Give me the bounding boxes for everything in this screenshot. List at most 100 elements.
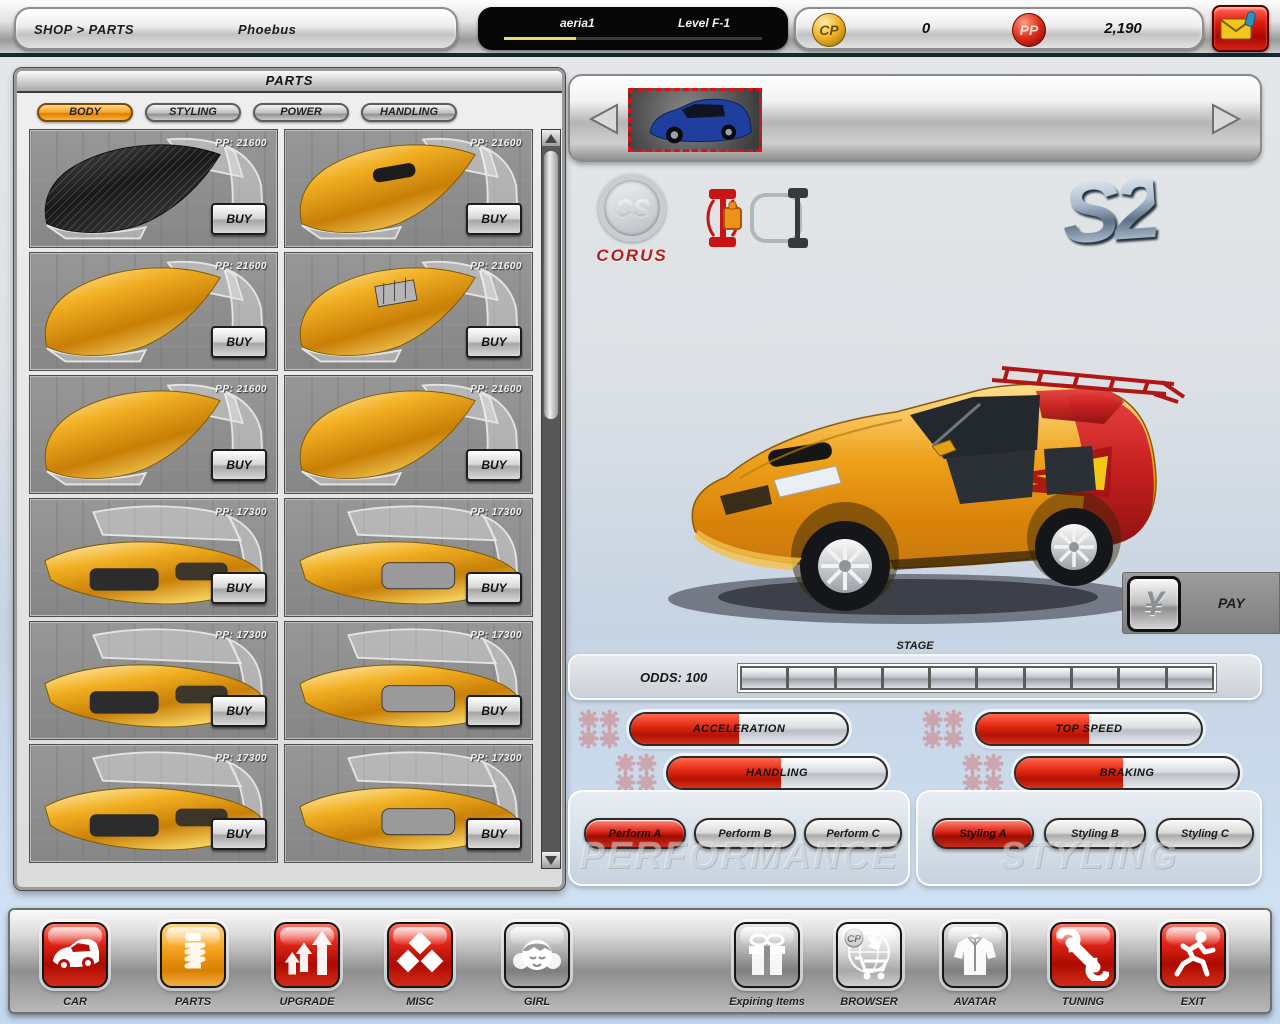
perform-b-button[interactable]: Perform B: [694, 818, 796, 849]
bottom-toolbar: CAR PARTS UPGRADE MISC: [8, 908, 1272, 1014]
running-man-icon: [1169, 930, 1217, 980]
buy-button[interactable]: BUY: [211, 449, 267, 481]
stage-segment: [1120, 668, 1164, 688]
tab-body[interactable]: BODY: [37, 103, 133, 122]
pp-balance: 2,190: [1058, 20, 1188, 37]
buy-button[interactable]: BUY: [466, 572, 522, 604]
avatar-button[interactable]: [942, 922, 1008, 988]
part-price: PP: 17300: [215, 630, 267, 641]
tab-handling[interactable]: HANDLING: [361, 103, 457, 122]
tuning-button[interactable]: [1050, 922, 1116, 988]
parts-button-label: PARTS: [133, 996, 253, 1008]
perform-c-button[interactable]: Perform C: [804, 818, 902, 849]
buy-button[interactable]: BUY: [466, 449, 522, 481]
stage-segment: [884, 668, 928, 688]
player-level: Level F-1: [678, 16, 730, 30]
upgrade-button[interactable]: [274, 922, 340, 988]
tab-power[interactable]: POWER: [253, 103, 349, 122]
styling-a-button[interactable]: Styling A: [932, 818, 1034, 849]
tab-styling[interactable]: STYLING: [145, 103, 241, 122]
buy-button[interactable]: BUY: [211, 203, 267, 235]
yen-icon: ¥: [1145, 585, 1164, 623]
yen-pay-button[interactable]: ¥: [1127, 576, 1181, 632]
buy-button[interactable]: BUY: [211, 695, 267, 727]
scroll-up-icon[interactable]: [542, 130, 560, 146]
wrench-icon: [1057, 929, 1109, 981]
stat-bar-top-speed: TOP SPEED: [975, 712, 1203, 746]
part-item: PP: 17300BUY: [284, 621, 533, 740]
part-item: PP: 21600 BUY: [284, 375, 533, 494]
shop-name: Phoebus: [238, 22, 296, 37]
part-price: PP: 21600: [215, 384, 267, 395]
stage-panel: ODDS: 100: [568, 654, 1262, 700]
part-price: PP: 21600: [470, 138, 522, 149]
upgrade-arrows-icon: [281, 931, 333, 979]
girl-button[interactable]: [504, 922, 570, 988]
car-carousel: [568, 74, 1262, 162]
buy-button[interactable]: BUY: [466, 203, 522, 235]
car-button[interactable]: [42, 922, 108, 988]
gift-box-icon: [742, 931, 792, 979]
part-item: PP: 17300 BUY: [29, 621, 278, 740]
car-icon: [49, 935, 101, 975]
part-price: PP: 17300: [470, 507, 522, 518]
browser-button[interactable]: CP: [836, 922, 902, 988]
buy-button[interactable]: BUY: [466, 695, 522, 727]
parts-button[interactable]: [160, 922, 226, 988]
odds-label: ODDS: 100: [640, 670, 707, 685]
stat-bar-handling: HANDLING: [666, 756, 888, 790]
buy-button[interactable]: BUY: [211, 326, 267, 358]
part-item: PP: 21600BUY: [284, 252, 533, 371]
scroll-down-icon[interactable]: [542, 852, 560, 868]
exit-button-label: EXIT: [1133, 996, 1253, 1008]
part-price: PP: 17300: [215, 507, 267, 518]
stat-label: ACCELERATION: [631, 714, 847, 744]
part-item: PP: 21600 BUY: [29, 375, 278, 494]
avatar-button-label: AVATAR: [915, 996, 1035, 1008]
exit-button[interactable]: [1160, 922, 1226, 988]
brand-monogram: CS: [614, 193, 650, 224]
misc-button[interactable]: [387, 922, 453, 988]
drivetrain-layout-icon: [700, 186, 812, 250]
cp-balance: 0: [856, 20, 996, 37]
stage-title: STAGE: [568, 640, 1262, 652]
buy-button[interactable]: BUY: [211, 572, 267, 604]
stat-label: TOP SPEED: [977, 714, 1201, 744]
xp-bar-track: [504, 37, 762, 40]
parts-grid: PP: 21600BUY PP: 216: [29, 129, 537, 869]
part-item: PP: 21600 BUY: [284, 129, 533, 248]
mail-notification-pin: [1245, 12, 1255, 26]
stage-segment: [931, 668, 975, 688]
screw-parts-icon: [175, 931, 211, 979]
buy-button[interactable]: BUY: [466, 818, 522, 850]
brand-name: CORUS: [592, 246, 672, 266]
mail-button[interactable]: [1212, 5, 1269, 52]
game-shop-screen: SHOP > PARTS Phoebus aeria1 Level F-1 CP…: [0, 0, 1280, 1024]
styling-b-button[interactable]: Styling B: [1044, 818, 1146, 849]
styling-c-button[interactable]: Styling C: [1156, 818, 1254, 849]
brand-logo: CS CORUS: [592, 174, 672, 266]
car-thumbnail-selected[interactable]: [628, 88, 762, 152]
tuning-button-label: TUNING: [1023, 996, 1143, 1008]
browser-cart-icon: CP: [841, 928, 897, 982]
buy-button[interactable]: BUY: [466, 326, 522, 358]
parts-scrollbar[interactable]: [541, 129, 561, 869]
stage-progress-track: [738, 664, 1216, 692]
pay-label: PAY: [1218, 595, 1245, 611]
cp-coin-icon: CP: [812, 13, 846, 47]
stat-label: HANDLING: [668, 758, 886, 788]
part-price: PP: 21600: [470, 384, 522, 395]
jacket-icon: [950, 931, 1000, 979]
scrollbar-thumb[interactable]: [543, 150, 559, 420]
performance-panel: Perform A Perform B Perform C PERFORMANC…: [568, 790, 910, 886]
girl-button-label: GIRL: [477, 996, 597, 1008]
perform-a-button[interactable]: Perform A: [584, 818, 686, 849]
buy-button[interactable]: BUY: [211, 818, 267, 850]
carousel-left-arrow-icon[interactable]: [586, 102, 622, 138]
stat-gear-icons: [578, 710, 620, 748]
carousel-right-arrow-icon[interactable]: [1208, 102, 1244, 138]
expiring-items-button[interactable]: [734, 922, 800, 988]
misc-diamonds-icon: [394, 933, 446, 977]
part-price: PP: 17300: [470, 753, 522, 764]
wallet-pill: CP 0 PP 2,190: [794, 7, 1204, 50]
